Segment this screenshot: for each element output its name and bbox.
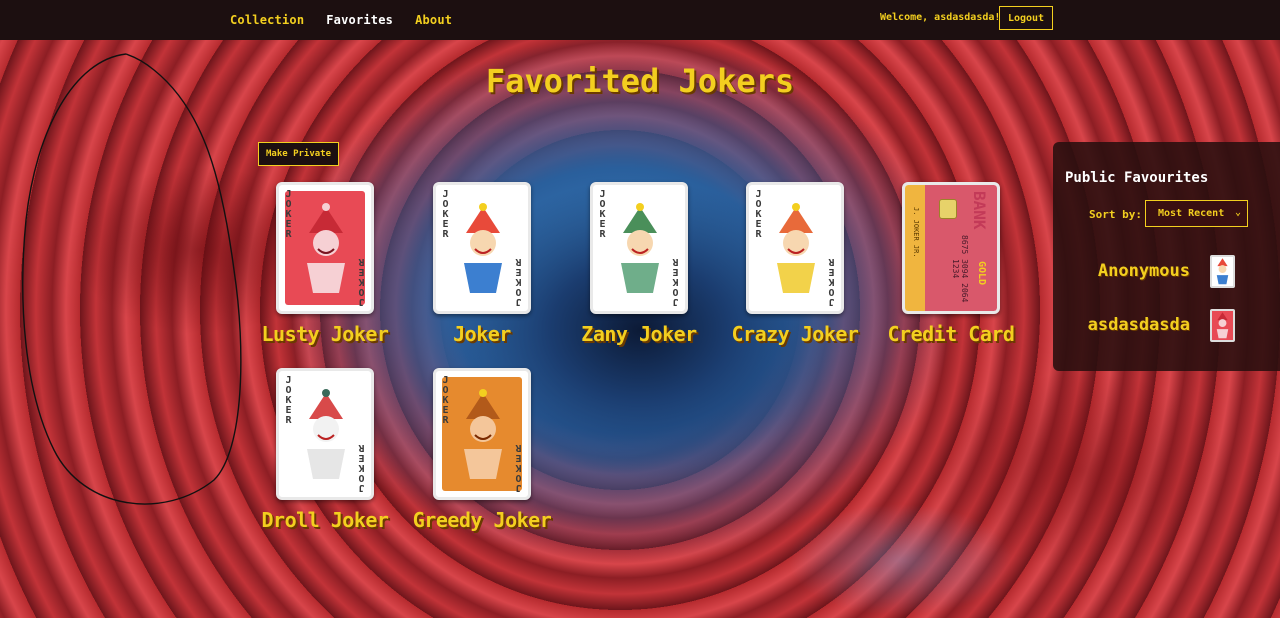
card-item: JOKER JOKER Crazy Joker	[720, 182, 870, 346]
jester-icon	[464, 203, 502, 293]
jester-icon	[464, 389, 502, 479]
card-background: J. JOKER JR. 8675 3094 2064 1234 BANK GO…	[905, 185, 997, 311]
panel-title: Public Favourites	[1065, 170, 1209, 186]
card-corner-label: JOKER	[283, 189, 294, 239]
user-name: Anonymous	[1097, 261, 1190, 281]
joker-card-thumbnail	[1210, 309, 1235, 342]
bank-text: BANK	[970, 191, 989, 230]
card-corner-label: JOKER	[513, 443, 524, 493]
joker-card[interactable]: JOKER JOKER	[276, 182, 374, 314]
sort-select[interactable]: Most Recent ⌄	[1145, 200, 1248, 227]
card-name: Credit Card	[887, 322, 1015, 346]
gold-text: GOLD	[976, 260, 987, 285]
joker-card[interactable]: JOKER JOKER	[590, 182, 688, 314]
joker-card[interactable]: JOKER JOKER	[433, 368, 531, 500]
credit-card-card[interactable]: J. JOKER JR. 8675 3094 2064 1234 BANK GO…	[902, 182, 1000, 314]
card-number-text: 8675 3094 2064 1234	[951, 235, 969, 303]
sort-selected-value: Most Recent	[1158, 208, 1225, 219]
jester-icon	[307, 203, 345, 293]
card-corner-label: JOKER	[513, 257, 524, 307]
jester-icon	[621, 203, 659, 293]
public-favourite-user[interactable]: asdasdasda	[1053, 309, 1280, 343]
chevron-down-icon: ⌄	[1234, 207, 1241, 218]
joker-card[interactable]: JOKER JOKER	[433, 182, 531, 314]
card-item: JOKER JOKER Zany Joker	[564, 182, 714, 346]
public-favourite-user[interactable]: Anonymous	[1053, 255, 1280, 289]
card-name: Zany Joker	[581, 322, 697, 346]
user-name: asdasdasda	[1087, 315, 1190, 335]
card-item: JOKER JOKER Lusty Joker	[250, 182, 400, 346]
public-favourites-panel: Public Favourites Sort by: Most Recent ⌄…	[1053, 142, 1280, 371]
card-corner-label: JOKER	[826, 257, 837, 307]
joker-card-thumbnail	[1210, 255, 1235, 288]
jester-icon	[307, 389, 345, 479]
card-item: JOKER JOKER Greedy Joker	[407, 368, 557, 532]
card-name: Joker	[453, 322, 511, 346]
card-corner-label: JOKER	[440, 375, 451, 425]
card-corner-label: JOKER	[440, 189, 451, 239]
card-corner-label: JOKER	[753, 189, 764, 239]
card-corner-label: JOKER	[283, 375, 294, 425]
sort-label: Sort by:	[1089, 208, 1142, 221]
joker-card[interactable]: JOKER JOKER	[276, 368, 374, 500]
chip-icon	[939, 199, 957, 219]
joker-card[interactable]: JOKER JOKER	[746, 182, 844, 314]
card-name: Crazy Joker	[731, 322, 859, 346]
card-item: J. JOKER JR. 8675 3094 2064 1234 BANK GO…	[876, 182, 1026, 346]
card-corner-label: JOKER	[597, 189, 608, 239]
jester-icon	[777, 203, 815, 293]
card-corner-label: JOKER	[670, 257, 681, 307]
jester-icon	[1216, 312, 1229, 339]
card-holder-text: J. JOKER JR.	[912, 207, 920, 258]
card-item: JOKER JOKER Droll Joker	[250, 368, 400, 532]
card-name: Droll Joker	[261, 508, 389, 532]
card-corner-label: JOKER	[356, 443, 367, 493]
card-name: Greedy Joker	[412, 508, 552, 532]
card-item: JOKER JOKER Joker	[407, 182, 557, 346]
jester-icon	[1216, 258, 1229, 285]
card-corner-label: JOKER	[356, 257, 367, 307]
card-name: Lusty Joker	[261, 322, 389, 346]
